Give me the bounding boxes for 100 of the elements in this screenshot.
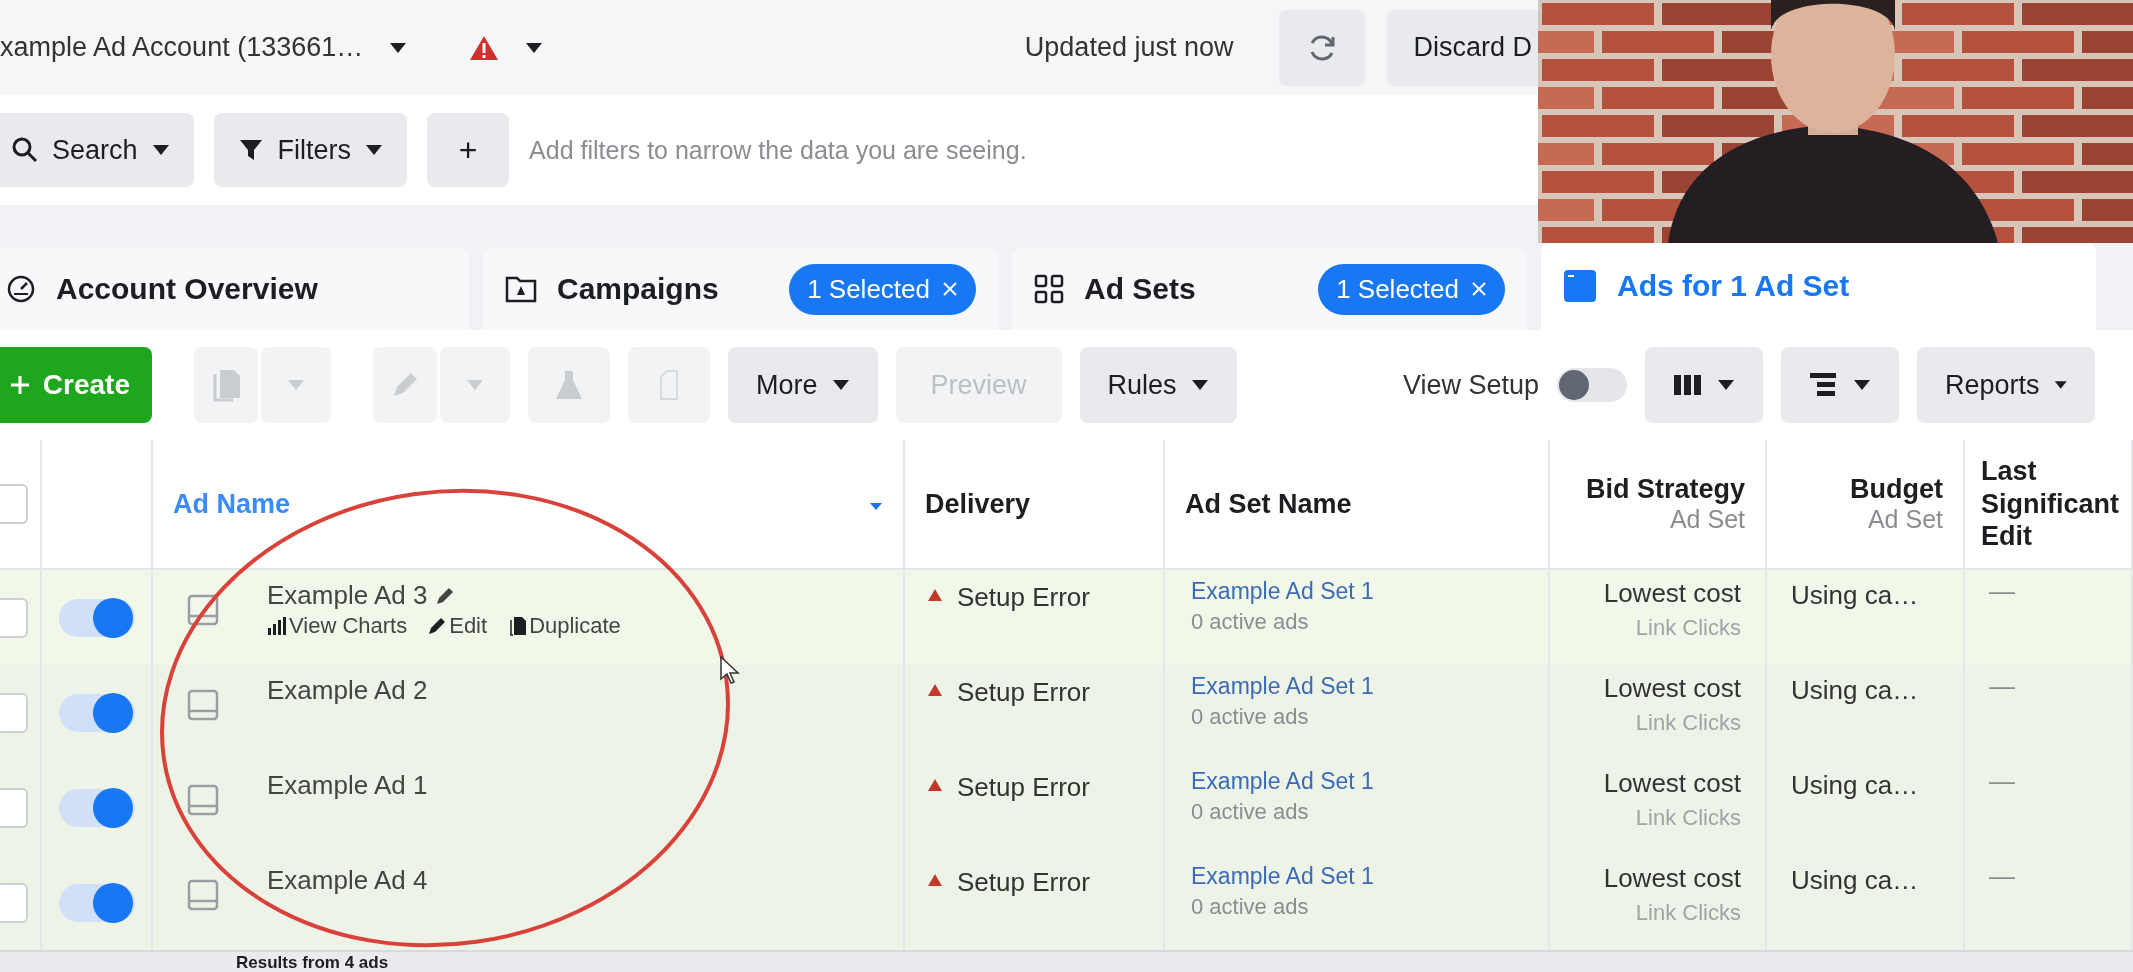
ad-preview-icon: [187, 594, 219, 626]
copy-icon: [211, 368, 241, 402]
active-ads-count: 0 active ads: [1191, 894, 1309, 920]
flask-icon: [555, 369, 583, 401]
ad-set-link[interactable]: Example Ad Set 1: [1191, 768, 1374, 795]
error-icon: [927, 778, 943, 792]
table-row[interactable]: Example Ad 1 Setup Error Example Ad Set 1 0 active ads Lowest cost Link Clicks Using ca… —: [0, 760, 2133, 855]
tab[interactable]: Campaigns 1 Selected: [483, 248, 998, 330]
caret-icon: [466, 379, 484, 391]
ad-name[interactable]: Example Ad 4: [267, 865, 428, 896]
row-checkbox[interactable]: [0, 692, 28, 733]
caret-icon: [1190, 379, 1209, 391]
refresh-button[interactable]: [1279, 9, 1366, 86]
close-icon[interactable]: [942, 281, 958, 297]
plus-icon: [8, 374, 31, 396]
selection-badge[interactable]: 1 Selected: [789, 263, 976, 315]
ad-name[interactable]: Example Ad 3: [267, 580, 428, 611]
delivery-status: Setup Error: [957, 772, 1090, 803]
close-icon[interactable]: [1471, 281, 1487, 297]
view-setup-label: View Setup: [1402, 369, 1539, 401]
ad-set-link[interactable]: Example Ad Set 1: [1191, 578, 1374, 605]
discard-button[interactable]: Discard D: [1387, 9, 1538, 86]
add-filter-button[interactable]: +: [427, 113, 510, 187]
view-setup-switch[interactable]: [1557, 368, 1627, 402]
columns-button[interactable]: [1645, 347, 1763, 423]
budget-value: Using ca…: [1791, 770, 1919, 801]
bid-strategy: Lowest cost: [1603, 673, 1741, 704]
row-action-link[interactable]: View Charts: [267, 613, 408, 639]
delivery-status: Setup Error: [957, 867, 1090, 898]
grid-icon: [1034, 274, 1064, 304]
row-checkbox[interactable]: [0, 787, 28, 828]
row-checkbox[interactable]: [0, 597, 28, 638]
reports-button[interactable]: Reports: [1917, 347, 2095, 423]
breakdown-button[interactable]: [1781, 347, 1899, 423]
tab[interactable]: Account Overview: [0, 248, 469, 330]
more-button[interactable]: More: [728, 347, 878, 423]
columns-icon: [1673, 373, 1703, 397]
last-edit-value: —: [1989, 766, 2015, 797]
bid-goal: Link Clicks: [1635, 805, 1741, 831]
copy-icon: [507, 616, 528, 636]
error-icon: [927, 683, 943, 697]
tab[interactable]: Ads for 1 Ad Set: [1541, 242, 2096, 330]
warning-icon[interactable]: [469, 34, 500, 61]
last-edit-value: —: [1989, 576, 2015, 607]
breakdown-icon: [1809, 372, 1839, 398]
filter-hint: Add filters to narrow the data you are seeing.: [529, 135, 1027, 165]
last-edit-value: —: [1989, 861, 2015, 892]
budget-value: Using ca…: [1791, 675, 1919, 706]
ad-icon: [1563, 269, 1597, 303]
bid-goal: Link Clicks: [1635, 615, 1741, 641]
folder-icon: [505, 275, 537, 303]
ad-toggle[interactable]: [58, 883, 135, 922]
search-button[interactable]: Search: [0, 113, 194, 187]
sort-caret-icon[interactable]: [869, 502, 883, 511]
delivery-status: Setup Error: [957, 677, 1090, 708]
last-edit-value: —: [1989, 671, 2015, 702]
cursor-icon: [720, 656, 740, 684]
results-summary: Results from 4 ads: [236, 953, 389, 972]
tab[interactable]: Ad Sets 1 Selected: [1012, 248, 1527, 330]
ad-name[interactable]: Example Ad 2: [267, 675, 428, 706]
bid-goal: Link Clicks: [1635, 710, 1741, 736]
table-row[interactable]: Example Ad 4 Setup Error Example Ad Set 1 0 active ads Lowest cost Link Clicks Using ca… —: [0, 855, 2133, 950]
caret-icon: [1853, 379, 1871, 391]
error-icon: [927, 588, 943, 602]
row-action-link[interactable]: Edit: [427, 613, 488, 639]
filters-button[interactable]: Filters: [213, 113, 408, 187]
active-ads-count: 0 active ads: [1191, 609, 1309, 635]
table-row[interactable]: Example Ad 2 Setup Error Example Ad Set 1 0 active ads Lowest cost Link Clicks Using ca… —: [0, 665, 2133, 760]
ad-toggle[interactable]: [58, 598, 135, 637]
ad-name[interactable]: Example Ad 1: [267, 770, 428, 801]
bar-chart-icon: [267, 617, 287, 635]
caret-icon[interactable]: [525, 41, 544, 54]
ad-set-link[interactable]: Example Ad Set 1: [1191, 673, 1374, 700]
rules-button[interactable]: Rules: [1079, 347, 1237, 423]
bid-goal: Link Clicks: [1635, 900, 1741, 926]
filter-icon: [237, 137, 264, 163]
selection-badge[interactable]: 1 Selected: [1318, 263, 1505, 315]
table-row[interactable]: Example Ad 3 View Charts Edit Duplicate Setup Error Example Ad Set 1 0 active ads Lowest cost Link Clicks Using ca… —: [0, 570, 2133, 665]
budget-value: Using ca…: [1791, 865, 1919, 896]
ad-toggle[interactable]: [58, 693, 135, 732]
row-checkbox[interactable]: [0, 882, 28, 923]
caret-icon: [151, 144, 170, 156]
account-name[interactable]: xample Ad Account (133661…: [0, 32, 364, 63]
select-all-checkbox[interactable]: [0, 484, 28, 524]
ad-set-link[interactable]: Example Ad Set 1: [1191, 863, 1374, 890]
row-action-link[interactable]: Duplicate: [507, 613, 621, 639]
ad-preview-icon: [187, 784, 219, 816]
bid-strategy: Lowest cost: [1603, 578, 1741, 609]
caret-icon: [365, 144, 384, 156]
pencil-icon: [427, 616, 448, 636]
update-status: Updated just now: [1024, 32, 1234, 63]
error-icon: [927, 873, 943, 887]
delivery-status: Setup Error: [957, 582, 1090, 613]
budget-value: Using ca…: [1791, 580, 1919, 611]
pencil-icon[interactable]: [435, 585, 456, 606]
caret-icon[interactable]: [389, 41, 408, 54]
bid-strategy: Lowest cost: [1603, 863, 1741, 894]
gauge-icon: [6, 274, 36, 304]
bid-strategy: Lowest cost: [1603, 768, 1741, 799]
ad-toggle[interactable]: [58, 788, 135, 827]
